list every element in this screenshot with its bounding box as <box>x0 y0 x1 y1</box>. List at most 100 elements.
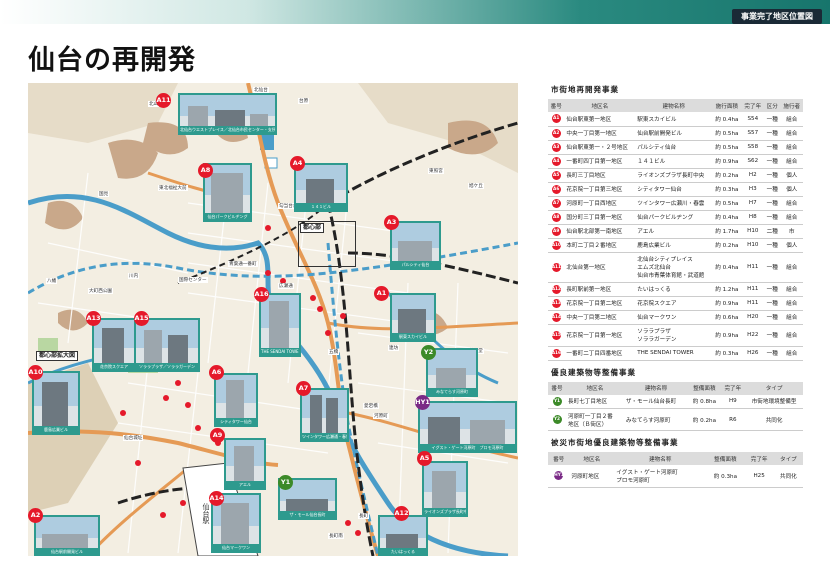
row-marker: A10 <box>551 240 562 250</box>
photo-caption: 駅東スカイビル <box>392 333 434 340</box>
photo-a12[interactable]: たいはっくる <box>378 515 428 556</box>
table-header: 地区名 <box>566 381 624 395</box>
table-cell: ザ・モール仙台長町 <box>623 394 689 409</box>
table-cell: 一番町二丁目四番地区 <box>564 346 636 361</box>
map-marker[interactable]: A12 <box>394 506 409 521</box>
photo-hy1[interactable]: イグスト・ゲート河原町 プロモ河原町 <box>418 401 517 453</box>
table-cell: THE SENDAI TOWER <box>635 346 713 361</box>
map-marker[interactable]: A4 <box>290 156 305 171</box>
table-cell: 鹿島広業ビル <box>635 238 713 253</box>
place-label: 東照宮 <box>428 168 444 174</box>
map-marker[interactable]: A3 <box>384 215 399 230</box>
map-marker[interactable]: A9 <box>210 428 225 443</box>
photo-a2[interactable]: 仙台駅前開発ビル <box>34 515 100 556</box>
table-row: Y2 河原町一丁目２番 地区（Ｂ街区） みなてらす河原町約 0.2ha R6 共同化 <box>548 408 803 431</box>
table-header: 完了年 <box>720 381 746 395</box>
map-marker[interactable]: A13 <box>86 311 101 326</box>
photo-caption: 鹿島広業ビル <box>34 426 78 433</box>
table-row: A11 北仙台第一地区 北仙台シティプレイス エムズ北仙台 仙台市青葉体育館・武道館… <box>548 252 803 283</box>
place-label: 八幡 <box>46 278 58 284</box>
table-cell: みなてらす河原町 <box>623 408 689 431</box>
place-label: 長町南 <box>328 533 344 539</box>
table-cell: 花京院一丁目第三地区 <box>564 182 636 197</box>
table-cell: 仙台駅東第一・２号地区 <box>564 140 636 155</box>
table-row: A10 本町二丁目２番地区 鹿島広業ビル約 0.2ha H10 一種 個人 <box>548 238 803 253</box>
place-label: 東北福祉大前 <box>158 185 188 191</box>
place-label: 青葉通一番町 <box>228 261 258 267</box>
table-cell: 約 0.2ha <box>712 168 742 183</box>
photo-caption: THE SENDAI TOWER <box>261 348 301 355</box>
map-marker[interactable]: A10 <box>28 365 43 380</box>
photo-a3[interactable]: パルシティ仙台 <box>390 221 441 270</box>
table-cell: S62 <box>741 154 765 169</box>
photo-a11[interactable]: 北仙台ウエストプレイス／北仙台市民センター・支所等 <box>178 93 277 135</box>
table-cell: 組合 <box>780 296 803 311</box>
table-cell: パルシティ仙台 <box>635 140 713 155</box>
table-header: 地区名 <box>569 452 615 465</box>
urban-redevelopment-table: 番号 地区名 建物名称 施行面積 完了年 区分 施行者 A1 仙台駅東第一地区 駅東スカイビル約… <box>548 99 803 361</box>
table-cell: 仙台パークビルヂング <box>635 210 713 225</box>
map-marker[interactable]: Y1 <box>278 475 293 490</box>
table-cell: 一種 <box>764 238 781 253</box>
map-marker[interactable]: A2 <box>28 508 43 523</box>
photo-a5[interactable]: ライオンズプラザ長町中央 <box>422 461 468 517</box>
table-cell: 組合 <box>780 324 803 347</box>
map-marker[interactable]: A8 <box>198 163 213 178</box>
table-cell: 約 0.3ha <box>706 465 745 488</box>
photo-caption: 花京院スクエア <box>94 363 134 370</box>
row-marker: A16 <box>551 348 562 358</box>
row-marker: A5 <box>551 170 561 180</box>
photo-caption: たいはっくる <box>380 548 426 555</box>
table-cell: 約 0.6ha <box>712 310 742 325</box>
redevelopment-map[interactable]: 都心部 都心部拡大図 仙台駅 北四番丁 北仙台 勾当台公園 広瀬通 五橋 愛宕橋… <box>28 83 518 556</box>
place-label: 国際センター <box>178 277 208 283</box>
table-cell: 仙台駅北部第一南地区 <box>564 224 636 239</box>
map-marker[interactable]: A15 <box>134 311 149 326</box>
photo-a16[interactable]: THE SENDAI TOWER <box>259 293 301 357</box>
table-cell: S54 <box>741 112 765 127</box>
table-cell: H10 <box>741 224 765 239</box>
map-marker[interactable]: A1 <box>374 286 389 301</box>
photo-a4[interactable]: １４１ビル <box>294 163 348 212</box>
table-cell: 約 0.9ha <box>712 154 742 169</box>
photo-a13[interactable]: 花京院スクエア <box>92 318 136 372</box>
page-title: 仙台の再開発 <box>28 45 196 76</box>
table-cell: 約 0.5ha <box>712 196 742 211</box>
photo-a1[interactable]: 駅東スカイビル <box>390 293 436 342</box>
map-marker[interactable]: A11 <box>156 93 171 108</box>
photo-caption: ツインタワー広瀬通・春雲 <box>302 433 349 440</box>
map-marker[interactable]: A16 <box>254 287 269 302</box>
table-cell: 組合 <box>780 310 803 325</box>
table-cell: 共同化 <box>773 465 803 488</box>
photo-caption: イグスト・ゲート河原町 プロモ河原町 <box>420 444 515 451</box>
table-cell: 河原町一丁目２番 地区（Ｂ街区） <box>566 408 624 431</box>
photo-a6[interactable]: シティタワー仙台 <box>214 373 258 427</box>
map-marker[interactable]: HY1 <box>415 395 430 410</box>
table-row: A16 一番町二丁目四番地区 THE SENDAI TOWER 約 0.3ha H26 一… <box>548 346 803 361</box>
photo-a15[interactable]: ソララプラザ／ソララガーデン <box>134 318 200 372</box>
disaster-building-table: 番号 地区名 建物名称 整備面積 完了年 タイプ HY1 河原町地区 イグスト・ゲート河原町 … <box>548 452 803 488</box>
map-marker[interactable]: Y2 <box>421 345 436 360</box>
photo-caption: 北仙台ウエストプレイス／北仙台市民センター・支所等 <box>180 126 277 133</box>
table-cell: イグスト・ゲート河原町 プロモ河原町 <box>614 465 707 488</box>
map-marker[interactable]: A14 <box>209 491 224 506</box>
map-marker[interactable]: A7 <box>296 381 311 396</box>
photo-caption: みなてらす河原町 <box>428 388 476 395</box>
map-marker[interactable]: A6 <box>209 365 224 380</box>
table-cell: 個人 <box>780 238 803 253</box>
map-marker[interactable]: A5 <box>417 451 432 466</box>
table-cell: 約 1.7ha <box>712 224 742 239</box>
table-cell: 一種 <box>764 126 781 141</box>
table-header: 番号 <box>548 381 567 395</box>
photo-caption: アエル <box>226 481 264 488</box>
row-marker: A7 <box>551 198 561 208</box>
photo-a7[interactable]: ツインタワー広瀬通・春雲 <box>300 388 349 442</box>
table-cell: 北仙台シティプレイス エムズ北仙台 仙台市青葉体育館・武道館 <box>635 252 713 283</box>
table-row: A15 花京院一丁目第一地区 ソララプラザ ソララガーデン約 0.9ha H22 一種組… <box>548 324 803 347</box>
table-header: 施行面積 <box>712 99 742 112</box>
row-marker: A11 <box>551 262 562 272</box>
photo-a9[interactable]: アエル <box>224 438 266 490</box>
table-cell: H9 <box>720 394 746 409</box>
table-row: A14 中央一丁目第二地区 仙台マークワン約 0.6ha H20 一種 組合 <box>548 310 803 325</box>
photo-a10[interactable]: 鹿島広業ビル <box>32 371 80 435</box>
